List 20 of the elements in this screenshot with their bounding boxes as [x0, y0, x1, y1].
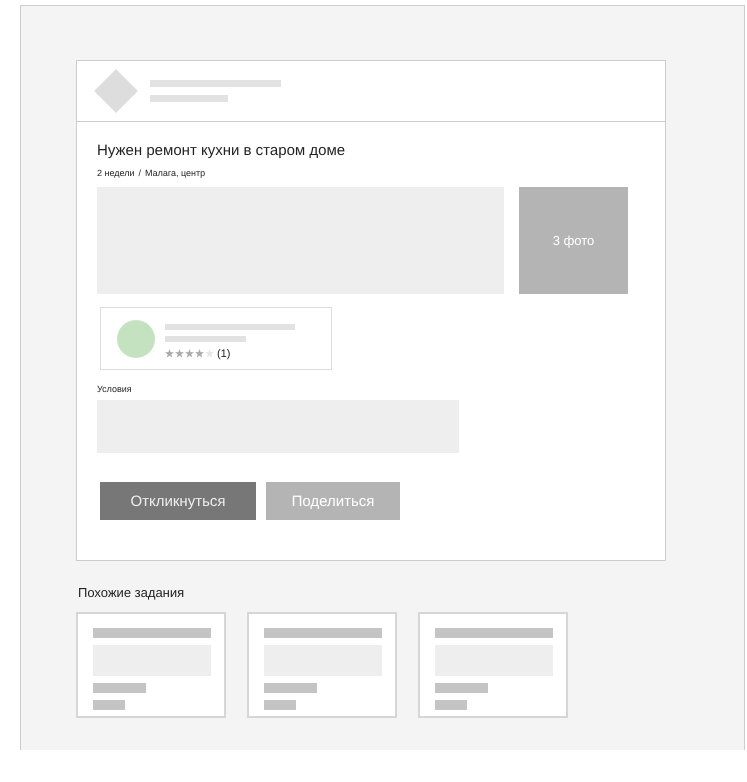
text-placeholder — [435, 700, 467, 710]
task-duration: 2 недели — [97, 168, 135, 178]
text-placeholder — [435, 683, 488, 693]
similar-task-card[interactable] — [76, 612, 226, 718]
photos-tile[interactable]: 3 фото — [519, 187, 628, 294]
logo-icon — [94, 69, 138, 113]
respond-button[interactable]: Откликнуться — [100, 482, 256, 520]
task-location: Малага, центр — [145, 168, 206, 178]
similar-task-card[interactable] — [418, 612, 568, 718]
similar-task-card[interactable] — [247, 612, 397, 718]
section-title: Похожие задания — [78, 585, 186, 600]
task-title: Нужен ремонт кухни в старом доме — [97, 142, 346, 161]
conditions-label: Условия — [97, 384, 133, 394]
avatar — [117, 320, 155, 358]
text-placeholder — [264, 683, 317, 693]
meta-separator: / — [138, 168, 142, 178]
review-count: (1) — [217, 348, 230, 360]
text-placeholder — [264, 700, 296, 710]
text-placeholder — [93, 700, 125, 710]
text-placeholder — [93, 683, 146, 693]
